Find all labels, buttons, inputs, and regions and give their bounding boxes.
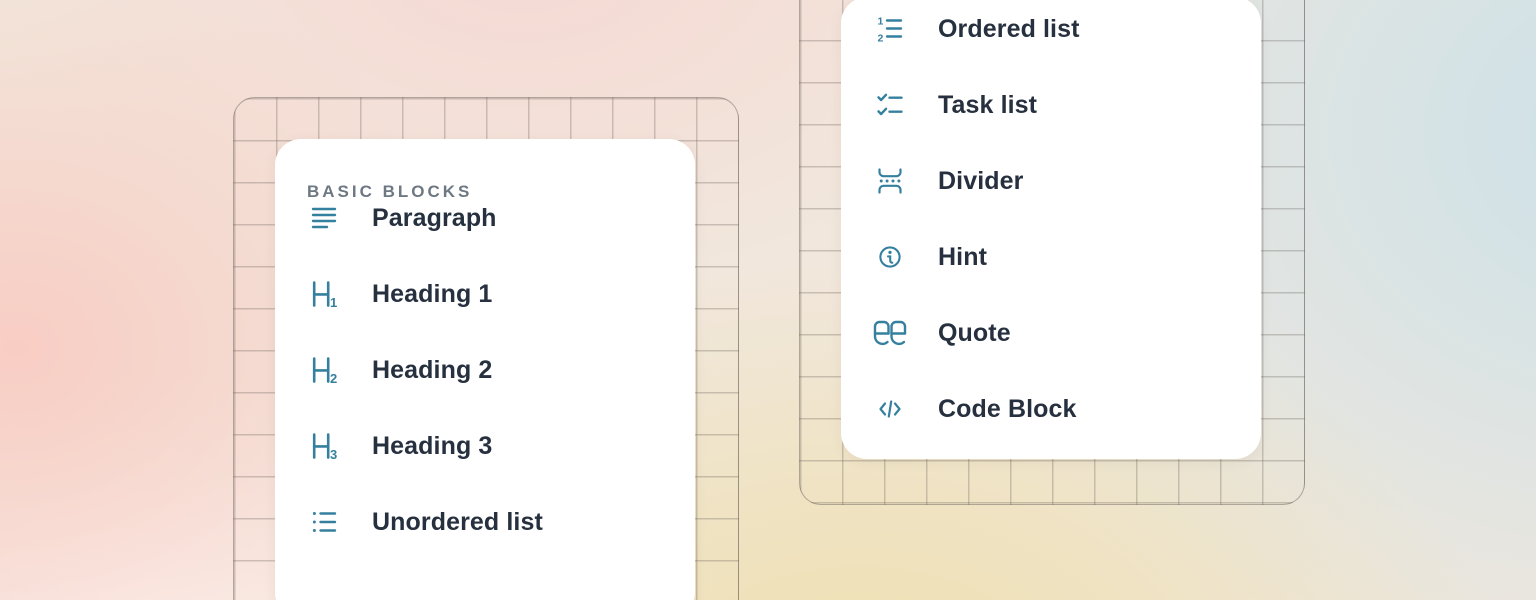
menu-item-hint[interactable]: Hint <box>873 241 1229 273</box>
menu-item-label: Unordered list <box>372 508 543 537</box>
code-block-icon <box>873 394 907 424</box>
menu-item-label: Paragraph <box>372 204 497 233</box>
menu-item-label: Divider <box>938 167 1023 196</box>
menu-item-heading-1[interactable]: 1 Heading 1 <box>307 278 663 310</box>
more-blocks-menu: 1 2 Ordered list Task list <box>841 0 1261 459</box>
heading-2-icon: 2 <box>307 355 341 385</box>
menu-item-label: Task list <box>938 91 1037 120</box>
heading-3-icon: 3 <box>307 431 341 461</box>
menu-item-label: Heading 2 <box>372 356 492 385</box>
menu-item-unordered-list[interactable]: Unordered list <box>307 506 663 538</box>
unordered-list-icon <box>307 507 341 537</box>
menu-item-heading-2[interactable]: 2 Heading 2 <box>307 354 663 386</box>
menu-item-divider[interactable]: Divider <box>873 165 1229 197</box>
svg-text:1: 1 <box>878 16 884 28</box>
heading-1-icon: 1 <box>307 279 341 309</box>
task-list-icon <box>873 90 907 120</box>
section-label: BASIC BLOCKS <box>307 182 663 202</box>
ordered-list-icon: 1 2 <box>873 14 907 44</box>
menu-item-quote[interactable]: Quote <box>873 317 1229 349</box>
svg-text:2: 2 <box>878 32 884 43</box>
editor-blocks-hero: BASIC BLOCKS Paragraph 1 Heading 1 <box>0 0 1536 600</box>
menu-item-paragraph[interactable]: Paragraph <box>307 202 663 234</box>
divider-icon <box>873 166 907 196</box>
svg-text:2: 2 <box>330 371 337 385</box>
menu-item-label: Hint <box>938 243 987 272</box>
paragraph-icon <box>307 203 341 233</box>
menu-item-task-list[interactable]: Task list <box>873 89 1229 121</box>
basic-blocks-menu: BASIC BLOCKS Paragraph 1 Heading 1 <box>275 139 695 600</box>
menu-item-heading-3[interactable]: 3 Heading 3 <box>307 430 663 462</box>
svg-text:3: 3 <box>330 447 337 461</box>
svg-text:1: 1 <box>330 295 337 309</box>
menu-item-label: Heading 1 <box>372 280 492 309</box>
hint-icon <box>873 242 907 272</box>
menu-item-ordered-list[interactable]: 1 2 Ordered list <box>873 13 1229 45</box>
menu-item-label: Quote <box>938 319 1011 348</box>
menu-item-label: Ordered list <box>938 15 1080 44</box>
quote-icon <box>873 318 907 348</box>
menu-item-label: Heading 3 <box>372 432 492 461</box>
menu-item-label: Code Block <box>938 395 1077 424</box>
menu-item-code-block[interactable]: Code Block <box>873 393 1229 425</box>
